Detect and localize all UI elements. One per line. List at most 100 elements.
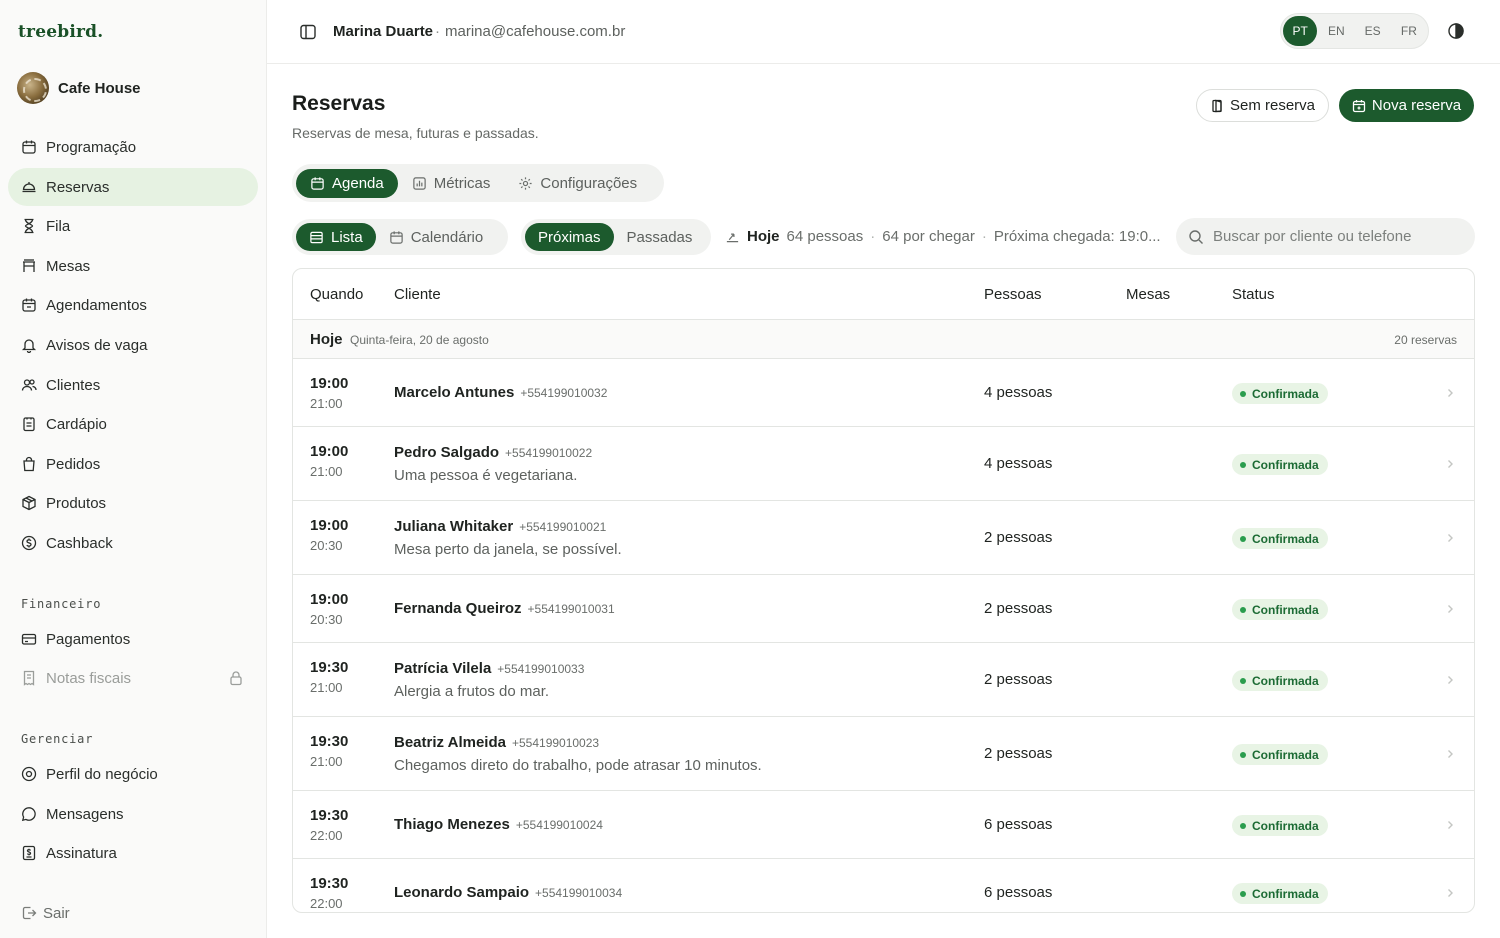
- view-list-option[interactable]: Lista: [296, 223, 376, 251]
- status-dot-icon: [1240, 461, 1246, 468]
- lang-fr[interactable]: FR: [1392, 16, 1426, 46]
- bell-icon: [21, 339, 37, 353]
- page-subtitle: Reservas de mesa, futuras e passadas.: [292, 125, 539, 141]
- brand-logo[interactable]: treebird.: [18, 22, 103, 42]
- client-name: Leonardo Sampaio: [394, 884, 530, 901]
- status-label: Confirmada: [1252, 602, 1319, 617]
- chevron-right-icon: [1448, 460, 1453, 468]
- client-cell: Patrícia Vilela +554199010033: [394, 660, 584, 678]
- start-time: 19:30: [310, 875, 349, 892]
- table-row[interactable]: 19:30 22:00 Leonardo Sampaio +55419901003…: [293, 859, 1474, 912]
- sidebar-item-programacao[interactable]: Programação: [8, 128, 258, 166]
- cashback-icon: [21, 535, 37, 551]
- today-summary: Hoje 64 pessoas · 64 por chegar · Próxim…: [725, 228, 1161, 245]
- party-size: 6 pessoas: [984, 816, 1053, 833]
- lang-pt[interactable]: PT: [1283, 16, 1318, 46]
- party-size: 6 pessoas: [984, 884, 1053, 901]
- chevron-right-icon: [1448, 389, 1453, 397]
- column-header-tables[interactable]: Mesas: [1126, 286, 1170, 303]
- separator-dot: ·: [981, 228, 987, 245]
- status-badge: Confirmada: [1232, 528, 1328, 549]
- sidebar-item-reservas[interactable]: Reservas: [8, 168, 258, 206]
- new-reservation-button[interactable]: Nova reserva: [1339, 89, 1474, 122]
- end-time: 20:30: [310, 538, 343, 553]
- client-phone: +554199010034: [535, 886, 623, 900]
- user-separator: ·: [435, 23, 440, 40]
- box-icon: [22, 495, 36, 511]
- chevron-right-icon: [1448, 605, 1453, 613]
- sidebar-item-label: Mensagens: [46, 805, 124, 823]
- search-box: [1176, 218, 1475, 255]
- day-group-header: Hoje Quinta-feira, 20 de agosto 20 reser…: [293, 320, 1474, 359]
- sidebar-item-mesas[interactable]: Mesas: [8, 247, 258, 285]
- calendar-clock-icon: [22, 298, 36, 312]
- day-label: Hoje: [310, 331, 343, 348]
- status-label: Confirmada: [1252, 886, 1319, 901]
- lang-es[interactable]: ES: [1356, 16, 1390, 46]
- table-row[interactable]: 19:00 21:00 Pedro Salgado +554199010022 U…: [293, 427, 1474, 501]
- client-phone: +554199010022: [505, 446, 593, 460]
- sidebar-item-label: Reservas: [46, 178, 110, 196]
- status-dot-icon: [1240, 535, 1246, 542]
- tab-configuracoes[interactable]: Configurações: [504, 169, 651, 198]
- walk-in-button[interactable]: Sem reserva: [1196, 89, 1329, 122]
- client-cell: Beatriz Almeida +554199010023: [394, 734, 599, 752]
- party-size: 4 pessoas: [984, 384, 1053, 401]
- sidebar-item-pedidos[interactable]: Pedidos: [8, 445, 258, 483]
- end-time: 21:00: [310, 680, 343, 695]
- party-size: 2 pessoas: [984, 529, 1053, 546]
- sidebar-item-avisos-de-vaga[interactable]: Avisos de vaga: [8, 326, 258, 364]
- tab-agenda[interactable]: Agenda: [296, 168, 398, 198]
- sidebar-item-fila[interactable]: Fila: [8, 207, 258, 245]
- filter-past-option[interactable]: Passadas: [614, 223, 706, 251]
- table-row[interactable]: 19:30 22:00 Thiago Menezes +554199010024 …: [293, 791, 1474, 859]
- sidebar-item-agendamentos[interactable]: Agendamentos: [8, 286, 258, 324]
- sidebar-toggle-icon[interactable]: [299, 23, 317, 41]
- client-cell: Pedro Salgado +554199010022: [394, 444, 592, 462]
- status-dot-icon: [1240, 677, 1246, 684]
- chat-icon: [21, 807, 36, 822]
- lang-en[interactable]: EN: [1319, 16, 1353, 46]
- table-row[interactable]: 19:30 21:00 Beatriz Almeida +554199010023…: [293, 717, 1474, 791]
- tab-metricas[interactable]: Métricas: [398, 169, 505, 198]
- column-header-status[interactable]: Status: [1232, 286, 1275, 303]
- client-name: Beatriz Almeida: [394, 734, 506, 751]
- gear-icon: [519, 176, 532, 190]
- language-switcher: PT EN ES FR: [1280, 13, 1429, 49]
- sidebar-item-perfil-do-negocio[interactable]: Perfil do negócio: [8, 755, 258, 793]
- table-row[interactable]: 19:00 20:30 Juliana Whitaker +55419901002…: [293, 501, 1474, 575]
- table-row[interactable]: 19:00 20:30 Fernanda Queiroz +55419901003…: [293, 575, 1474, 643]
- sidebar-item-notas-fiscais[interactable]: Notas fiscais: [8, 659, 258, 697]
- status-label: Confirmada: [1252, 818, 1319, 833]
- status-badge: Confirmada: [1232, 815, 1328, 836]
- search-input[interactable]: [1213, 228, 1463, 245]
- location-pin-icon: [21, 766, 37, 782]
- client-phone: +554199010033: [497, 662, 585, 676]
- sidebar-item-pagamentos[interactable]: Pagamentos: [8, 620, 258, 658]
- party-size: 4 pessoas: [984, 455, 1053, 472]
- sidebar-item-clientes[interactable]: Clientes: [8, 366, 258, 404]
- sidebar-item-produtos[interactable]: Produtos: [8, 484, 258, 522]
- filter-upcoming-option[interactable]: Próximas: [525, 223, 614, 251]
- sidebar-item-cardapio[interactable]: Cardápio: [8, 405, 258, 443]
- sidebar-item-cashback[interactable]: Cashback: [8, 524, 258, 562]
- status-badge: Confirmada: [1232, 883, 1328, 904]
- sidebar-item-assinatura[interactable]: Assinatura: [8, 834, 258, 872]
- sidebar-item-label: Produtos: [46, 494, 107, 512]
- start-time: 19:30: [310, 659, 349, 676]
- sidebar-item-mensagens[interactable]: Mensagens: [8, 795, 258, 833]
- column-header-when[interactable]: Quando: [310, 286, 363, 303]
- table-row[interactable]: 19:00 21:00 Marcelo Antunes +554199010032…: [293, 359, 1474, 427]
- view-list-label: Lista: [331, 228, 363, 246]
- logout-button[interactable]: Sair: [8, 894, 258, 932]
- column-header-people[interactable]: Pessoas: [984, 286, 1042, 303]
- users-icon: [21, 379, 37, 391]
- business-switcher[interactable]: Cafe House: [17, 72, 141, 104]
- theme-toggle-icon[interactable]: [1447, 22, 1465, 40]
- table-row[interactable]: 19:30 21:00 Patrícia Vilela +554199010033…: [293, 643, 1474, 717]
- status-badge: Confirmada: [1232, 744, 1328, 765]
- column-header-client[interactable]: Cliente: [394, 286, 441, 303]
- view-calendar-option[interactable]: Calendário: [376, 223, 497, 251]
- end-time: 22:00: [310, 828, 343, 843]
- client-cell: Thiago Menezes +554199010024: [394, 816, 603, 834]
